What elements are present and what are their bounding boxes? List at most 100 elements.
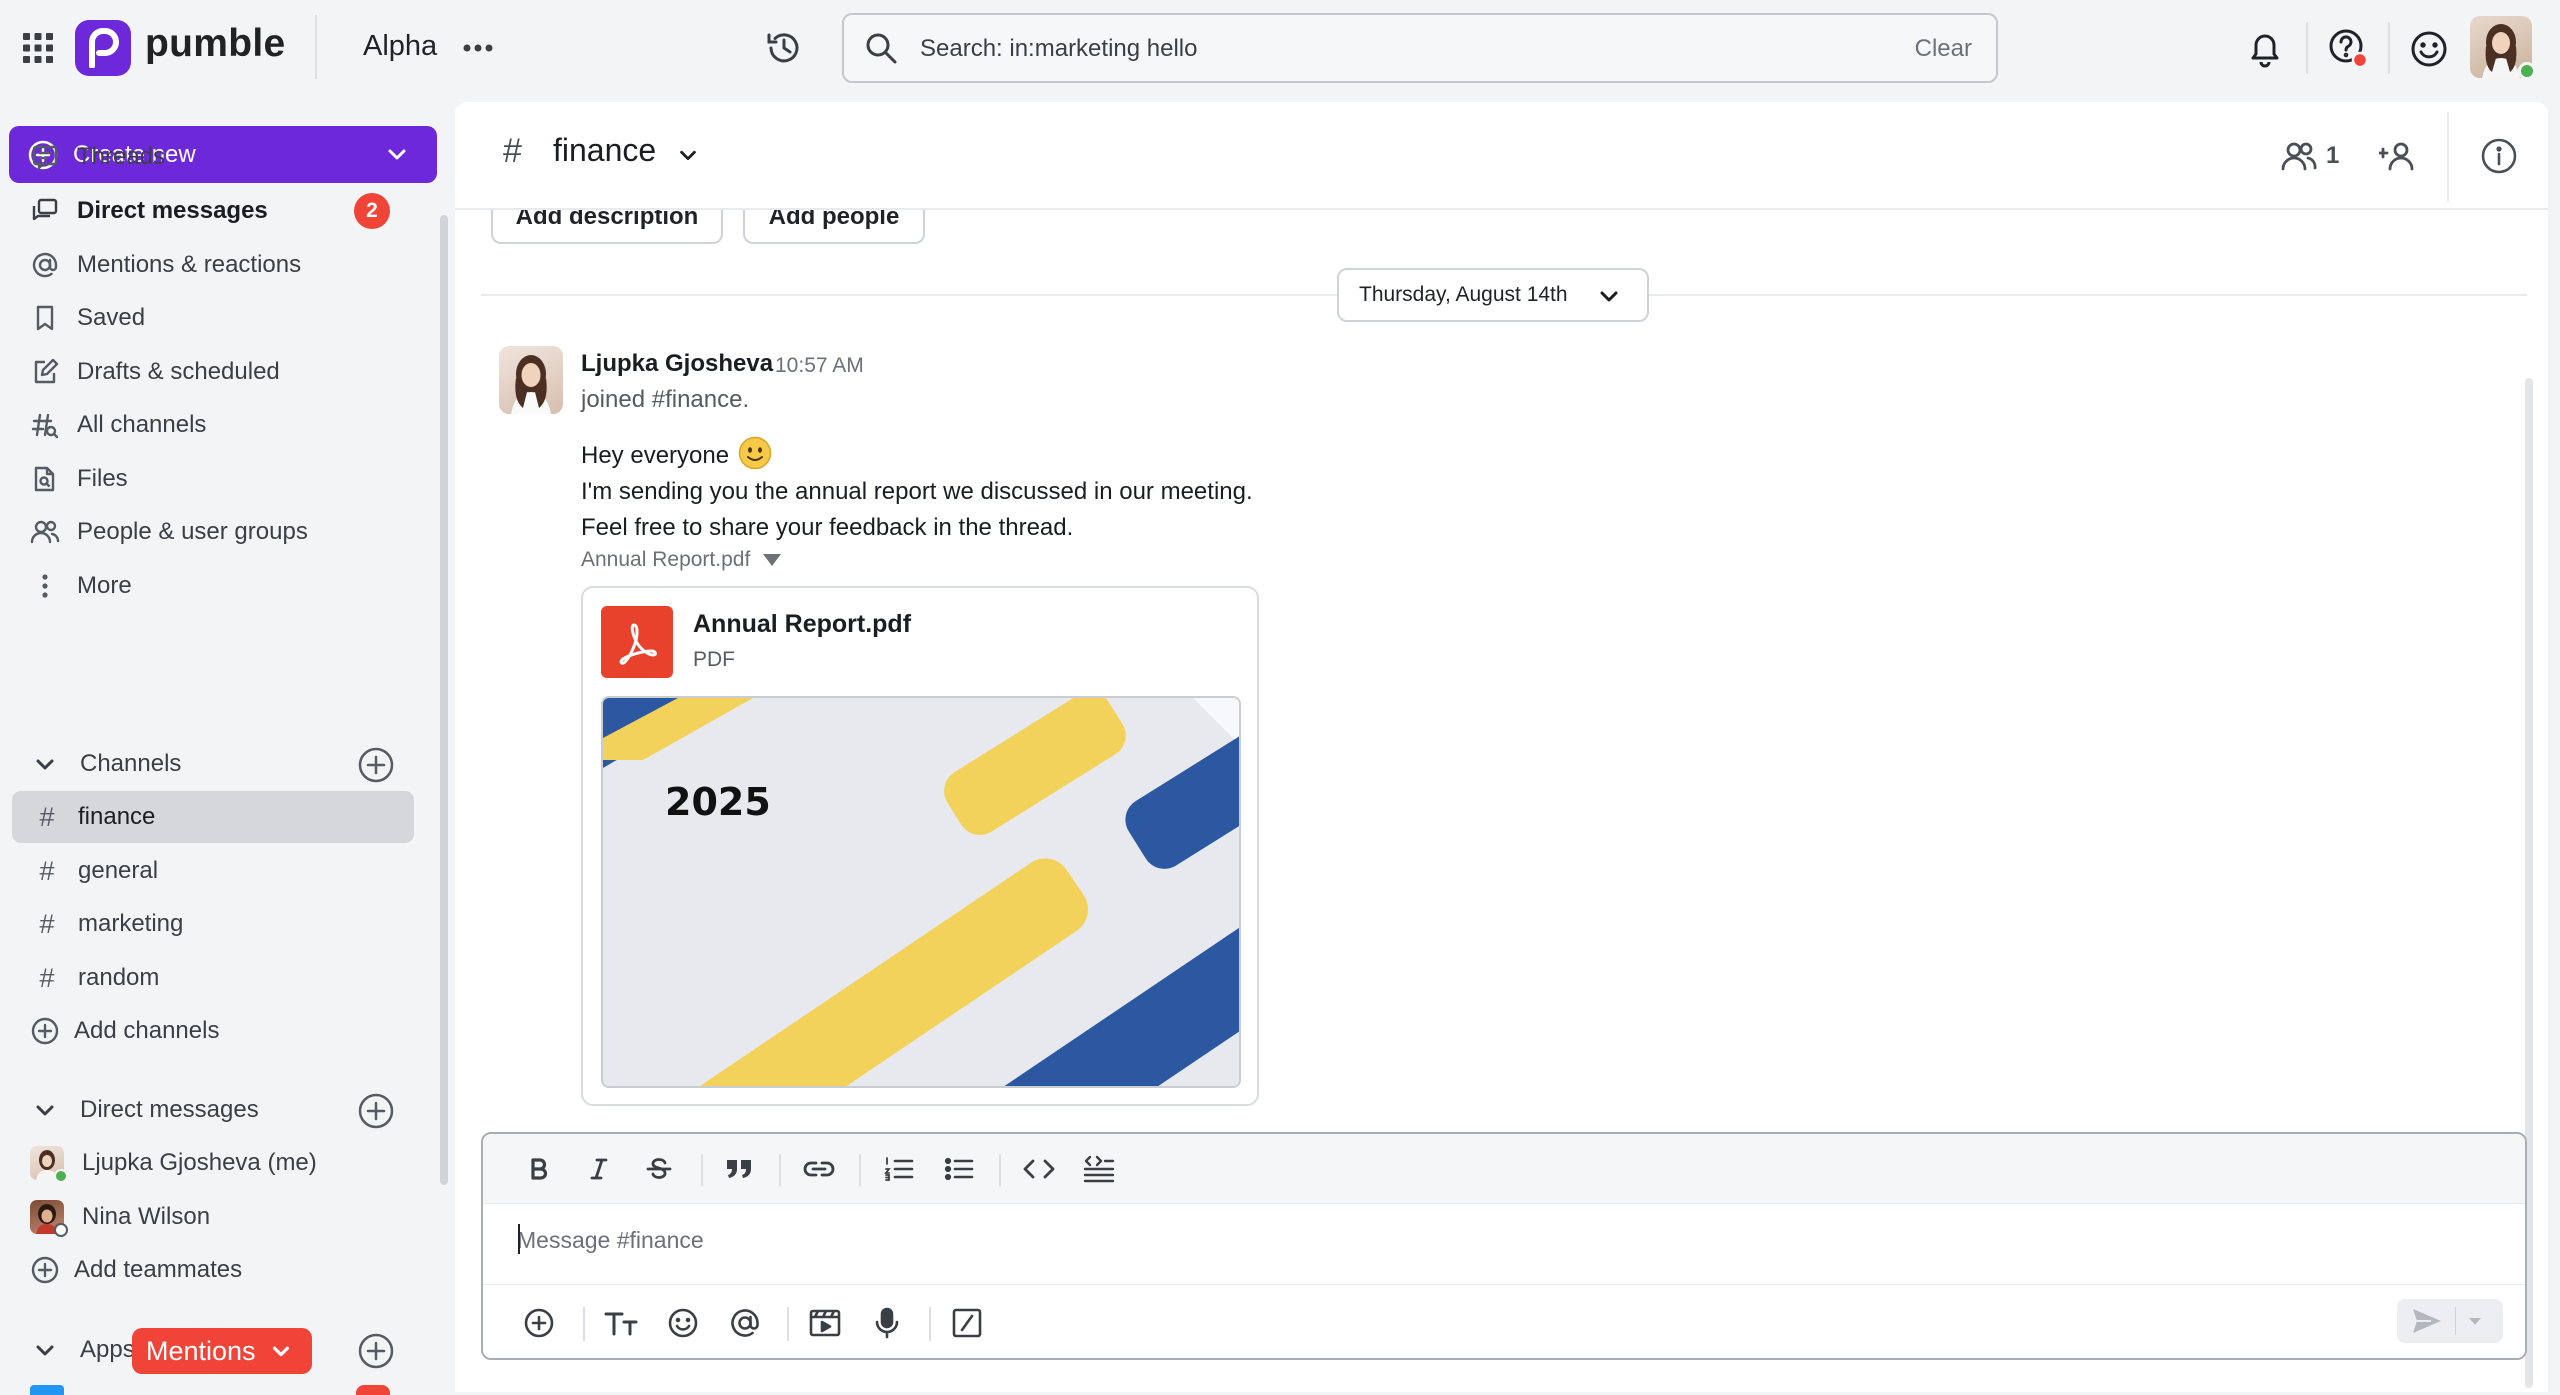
- message-timestamp[interactable]: 10:57 AM: [775, 354, 864, 378]
- bold-icon[interactable]: [519, 1149, 559, 1189]
- plus-circle-icon: [30, 1016, 60, 1046]
- members-icon: [2280, 140, 2318, 172]
- file-attachment-card[interactable]: Annual Report.pdf PDF 2025: [581, 586, 1259, 1106]
- sidebar-item-label: Saved: [77, 304, 146, 331]
- microphone-icon[interactable]: [867, 1303, 907, 1343]
- plus-circle-icon[interactable]: [519, 1303, 559, 1343]
- sidebar-item-threads[interactable]: Threads: [12, 132, 412, 182]
- sidebar-item-direct-messages[interactable]: Direct messages: [12, 186, 412, 236]
- sidebar-item-mentions[interactable]: Mentions & reactions: [12, 240, 412, 290]
- sidebar-item-more[interactable]: More: [12, 561, 412, 611]
- avatar: [30, 1200, 68, 1237]
- italic-icon[interactable]: [579, 1149, 619, 1189]
- add-app-icon[interactable]: [357, 1332, 395, 1370]
- emoji-icon[interactable]: [663, 1303, 703, 1343]
- text-format-icon[interactable]: [601, 1303, 641, 1343]
- add-channel-icon[interactable]: [357, 746, 395, 784]
- add-member-icon[interactable]: [2375, 134, 2423, 178]
- attachment-toggle[interactable]: Annual Report.pdf: [581, 548, 782, 572]
- file-type: PDF: [693, 648, 735, 671]
- file-preview-thumbnail[interactable]: 2025: [601, 696, 1241, 1088]
- pumble-logo-icon: [75, 20, 131, 76]
- divider: [929, 1307, 931, 1341]
- search-bar[interactable]: Search: in:marketing hello Clear: [842, 13, 1998, 83]
- chevron-down-icon[interactable]: [677, 144, 699, 166]
- code-icon[interactable]: [1019, 1149, 1059, 1189]
- bookmark-icon: [28, 301, 62, 335]
- sidebar-item-label: All channels: [77, 411, 207, 438]
- more-vertical-icon: [28, 569, 62, 603]
- bullet-list-icon[interactable]: [939, 1149, 979, 1189]
- message-input[interactable]: [517, 1220, 2477, 1260]
- info-icon[interactable]: [2475, 132, 2523, 180]
- code-block-icon[interactable]: [1079, 1149, 1119, 1189]
- divider: [2447, 112, 2449, 202]
- sidebar-dm-self[interactable]: Ljupka Gjosheva (me): [12, 1137, 414, 1189]
- section-label: Direct messages: [80, 1096, 259, 1123]
- add-teammates-button[interactable]: Add teammates: [12, 1244, 414, 1296]
- member-count: 1: [2326, 142, 2340, 169]
- divider: [2388, 22, 2390, 74]
- search-clear-button[interactable]: Clear: [1915, 35, 1972, 63]
- direct-messages-icon: [28, 194, 62, 228]
- message-text: Hey everyone: [581, 442, 730, 469]
- sidebar-channel-random[interactable]: # random: [12, 952, 414, 1004]
- at-sign-icon: [28, 248, 62, 282]
- sidebar-scrollbar[interactable]: [440, 215, 448, 1185]
- sidebar-item-label: People & user groups: [77, 518, 308, 545]
- message-composer: [481, 1132, 2527, 1360]
- search-input[interactable]: Search: in:marketing hello: [920, 35, 1197, 63]
- sidebar-item-drafts[interactable]: Drafts & scheduled: [12, 347, 412, 397]
- add-dm-icon[interactable]: [357, 1092, 395, 1130]
- video-clip-icon[interactable]: [805, 1303, 845, 1343]
- sidebar-channel-marketing[interactable]: # marketing: [12, 898, 414, 950]
- divider: [315, 15, 317, 79]
- hash-icon: #: [503, 132, 522, 170]
- pdf-file-icon: [601, 606, 673, 678]
- composer-action-bar: [483, 1284, 2525, 1358]
- members-button[interactable]: 1: [2280, 134, 2339, 178]
- jump-to-mentions-button[interactable]: Mentions: [132, 1328, 312, 1374]
- add-channels-button[interactable]: Add channels: [12, 1005, 414, 1057]
- top-bar: pumble Alpha Search: in:marketing hello …: [0, 0, 2560, 100]
- sidebar-item-label: More: [77, 572, 132, 599]
- send-button[interactable]: [2397, 1299, 2503, 1343]
- sidebar-channel-general[interactable]: # general: [12, 845, 414, 897]
- section-label: Apps: [80, 1336, 135, 1363]
- sidebar-item-files[interactable]: Files: [12, 454, 412, 504]
- history-icon[interactable]: [760, 26, 808, 70]
- quote-icon[interactable]: [719, 1149, 759, 1189]
- emoji-status-icon[interactable]: [2404, 24, 2454, 74]
- sidebar-item-all-channels[interactable]: All channels: [12, 400, 412, 450]
- channels-section-header[interactable]: Channels: [12, 739, 422, 789]
- more-horizontal-icon[interactable]: [456, 28, 500, 68]
- text-caret: [518, 1224, 520, 1254]
- mention-icon[interactable]: [725, 1303, 765, 1343]
- divider: [701, 1154, 703, 1186]
- sidebar-channel-finance[interactable]: # finance: [12, 791, 414, 843]
- logo-text: pumble: [145, 22, 286, 65]
- workspace-name[interactable]: Alpha: [363, 30, 437, 63]
- mentions-label: Mentions: [146, 1335, 256, 1366]
- help-icon[interactable]: [2322, 22, 2374, 74]
- date-divider-button[interactable]: Thursday, August 14th: [1337, 268, 1649, 322]
- file-name: Annual Report.pdf: [693, 610, 912, 638]
- apps-grid-icon[interactable]: [18, 28, 58, 68]
- slash-command-icon[interactable]: [947, 1303, 987, 1343]
- people-icon: [28, 515, 62, 549]
- chevron-down-icon: [30, 1335, 60, 1365]
- strikethrough-icon[interactable]: [639, 1149, 679, 1189]
- sidebar-item-label: Direct messages: [77, 197, 268, 224]
- formatting-toolbar: [483, 1134, 2525, 1204]
- bell-icon[interactable]: [2240, 24, 2290, 74]
- avatar[interactable]: [499, 346, 563, 414]
- sidebar-item-saved[interactable]: Saved: [12, 293, 412, 343]
- link-icon[interactable]: [799, 1149, 839, 1189]
- sidebar-dm-nina-wilson[interactable]: Nina Wilson: [12, 1191, 414, 1243]
- sidebar-item-people[interactable]: People & user groups: [12, 507, 412, 557]
- chevron-down-icon[interactable]: [2466, 1312, 2484, 1330]
- ordered-list-icon[interactable]: [879, 1149, 919, 1189]
- channel-title[interactable]: finance: [553, 132, 656, 169]
- dm-section-header[interactable]: Direct messages: [12, 1085, 422, 1135]
- message-author[interactable]: Ljupka Gjosheva: [581, 350, 773, 378]
